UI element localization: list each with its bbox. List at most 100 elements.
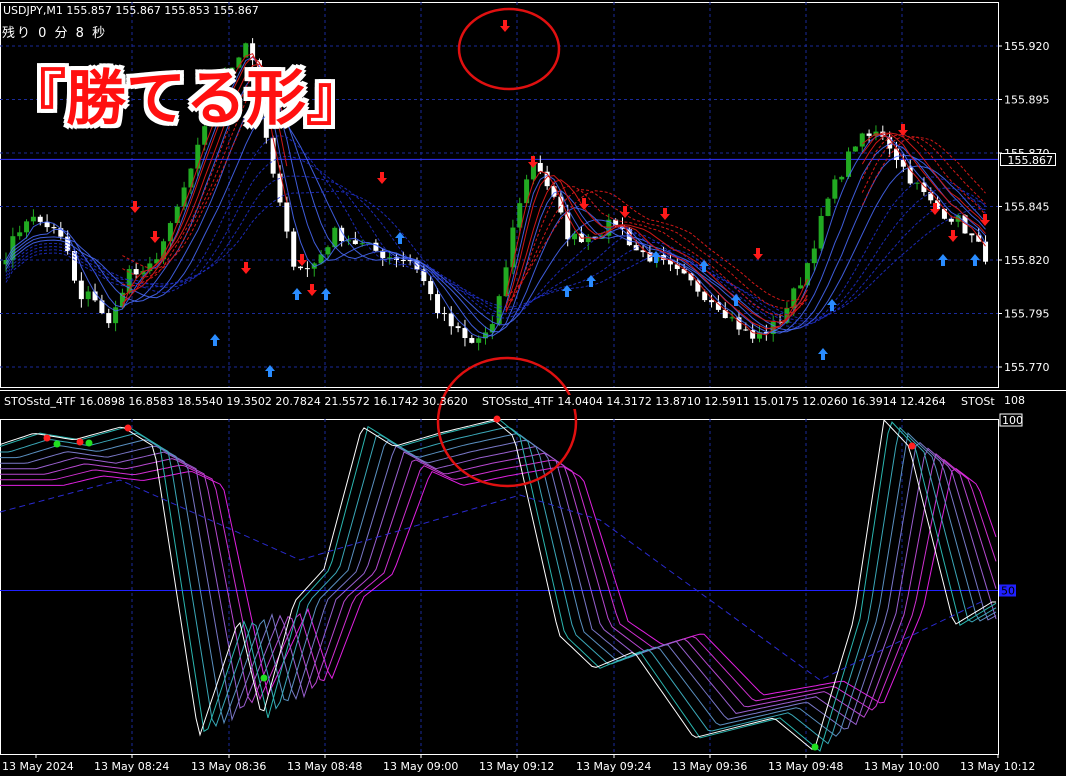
candle-body — [496, 296, 502, 325]
candle-body — [85, 291, 91, 300]
sell-arrow-shape — [579, 198, 589, 210]
y-tick-label: 155.845 — [1004, 201, 1050, 214]
signal-dot — [85, 439, 93, 447]
buy-arrow-shape — [395, 232, 405, 244]
candle-body — [681, 268, 687, 274]
candle-body — [818, 215, 824, 249]
promo-title: 『勝てる形』 — [6, 64, 366, 134]
osc-slow-line — [0, 479, 986, 681]
x-tick-label: 13 May 08:24 — [94, 760, 169, 773]
candle-body — [791, 288, 797, 309]
y-tick-label: 155.770 — [1004, 361, 1050, 374]
signal-dot — [124, 424, 132, 432]
candle-body — [448, 313, 454, 327]
x-tick-label: 13 May 10:12 — [960, 760, 1035, 773]
ma-line — [5, 135, 986, 328]
y-tick-label: 155.795 — [1004, 308, 1050, 321]
candle-body — [941, 208, 947, 219]
y-tick-label: 155.820 — [1004, 254, 1050, 267]
sell-arrow — [297, 254, 307, 266]
candle-body — [503, 267, 509, 297]
candle-body — [832, 179, 838, 199]
buy-arrow — [562, 285, 572, 297]
osc-main-line — [0, 418, 996, 751]
sell-arrow — [579, 198, 589, 210]
buy-arrow — [970, 254, 980, 266]
buy-arrow-shape — [562, 285, 572, 297]
buy-arrow-shape — [938, 254, 948, 266]
candle-body — [866, 133, 872, 136]
candle-body — [825, 198, 831, 216]
buy-arrow — [395, 232, 405, 244]
indicator-header: STOSstd_4TF 16.0898 16.8583 18.5540 19.3… — [4, 395, 468, 408]
candle-body — [633, 245, 639, 251]
x-tick-label: 13 May 08:48 — [287, 760, 362, 773]
candle-body — [811, 248, 817, 264]
sell-arrow-shape — [660, 208, 670, 220]
candle-body — [537, 162, 543, 172]
candle-body — [462, 328, 468, 339]
sell-arrow-shape — [948, 230, 958, 242]
y-tick-label: 155.920 — [1004, 40, 1050, 53]
candle-body — [167, 223, 173, 242]
x-tick-label: 13 May 08:36 — [191, 760, 266, 773]
candle-body — [428, 281, 434, 295]
symbol-header: USDJPY,M1 155.857 155.867 155.853 155.86… — [3, 4, 259, 17]
candle-body — [174, 206, 180, 224]
sell-arrow-shape — [898, 124, 908, 136]
osc-line — [0, 439, 997, 730]
candle-body — [435, 294, 441, 314]
sell-arrow — [500, 20, 510, 32]
x-tick-label: 13 May 09:00 — [383, 760, 458, 773]
osc-line — [0, 458, 997, 711]
sell-arrow-shape — [753, 248, 763, 260]
sell-arrow — [150, 231, 160, 243]
sell-arrow — [377, 172, 387, 184]
candle-body — [17, 232, 23, 237]
candle-body — [352, 240, 358, 245]
ind-y-tick-label: 50 — [1001, 585, 1015, 598]
osc-line — [0, 452, 997, 718]
candle-body — [948, 218, 954, 222]
candle-body — [969, 233, 975, 236]
candle-body — [455, 326, 461, 329]
x-tick-label: 13 May 09:24 — [576, 760, 651, 773]
sell-arrow — [898, 124, 908, 136]
candle-body — [298, 266, 304, 269]
signal-dot — [43, 434, 51, 442]
current-price-tag: 155.867 — [1000, 153, 1056, 167]
signal-dot — [811, 743, 819, 751]
buy-arrow-shape — [210, 334, 220, 346]
candle-body — [359, 243, 365, 245]
highlight-circle-indicator — [436, 356, 578, 488]
candle-body — [181, 187, 187, 207]
x-tick-label: 13 May 2024 — [2, 760, 74, 773]
candle-body — [476, 338, 482, 343]
sell-arrow — [307, 284, 317, 296]
candle-body — [291, 231, 297, 267]
candle-body — [30, 216, 36, 222]
buy-arrow-shape — [321, 288, 331, 300]
ma-line — [5, 175, 986, 322]
signal-dot — [260, 674, 268, 682]
candle-body — [72, 251, 77, 281]
candle-body — [188, 168, 194, 188]
ma-red-line — [505, 190, 808, 302]
buy-arrow-shape — [586, 275, 596, 287]
candle-body — [510, 227, 516, 268]
candle-body — [839, 176, 845, 180]
osc-line — [0, 426, 997, 745]
y-tick-label: 155.895 — [1004, 94, 1050, 107]
candle-body — [400, 259, 406, 261]
buy-arrow — [818, 348, 828, 360]
buy-arrow — [292, 288, 302, 300]
sell-arrow-shape — [241, 262, 251, 274]
sell-arrow — [241, 262, 251, 274]
candle-body — [325, 247, 331, 255]
signal-dot — [76, 438, 84, 446]
buy-arrow — [321, 288, 331, 300]
osc-line — [0, 432, 997, 737]
candle-body — [852, 146, 858, 152]
candle-body — [743, 329, 749, 331]
candle-body — [373, 242, 379, 251]
